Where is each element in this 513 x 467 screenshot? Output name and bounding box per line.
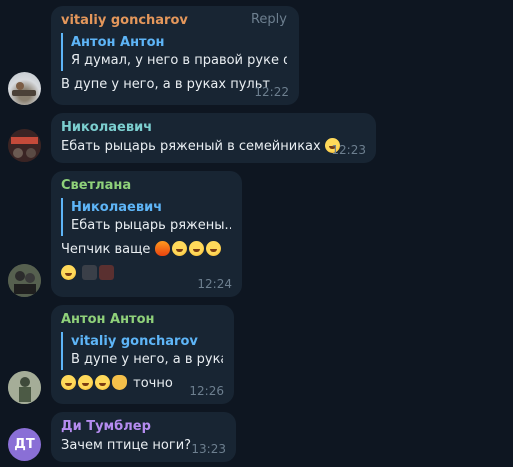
message-bubble[interactable]: Николаевич Ебать рыцарь ряженый в семейн…	[51, 113, 376, 163]
reply-quote[interactable]: vitaliy goncharov В дупе у него, а в рук…	[61, 332, 223, 370]
message-text-row: Чепчик ваще	[61, 240, 232, 260]
quote-sender: vitaliy goncharov	[71, 334, 198, 349]
reply-button[interactable]: Reply	[251, 12, 287, 27]
quote-sender: Антон Антон	[71, 35, 165, 50]
message-time: 13:23	[191, 442, 226, 456]
avatar-image	[8, 264, 41, 297]
avatar-image	[8, 371, 41, 404]
message-time: 12:23	[331, 143, 366, 157]
message-time: 12:24	[197, 277, 232, 291]
rolling-laughing-emoji-icon	[61, 265, 76, 280]
quote-sender: Николаевич	[71, 200, 163, 215]
message-time: 12:26	[189, 384, 224, 398]
grinning-sweat-emoji-icon	[61, 375, 76, 390]
rolling-laughing-emoji-icon	[205, 241, 221, 256]
message-bubble[interactable]: Антон Антон vitaliy goncharov В дупе у н…	[51, 305, 234, 404]
quote-text: Ебать рыцарь ряжены...	[71, 218, 231, 233]
message-bubble[interactable]: Светлана Николаевич Ебать рыцарь ряжены.…	[51, 171, 242, 297]
rolling-laughing-emoji-icon	[188, 241, 204, 256]
reply-quote[interactable]: Николаевич Ебать рыцарь ряжены...	[61, 198, 231, 236]
ok-hand-emoji-icon	[112, 375, 127, 390]
sticker-icon	[82, 265, 98, 280]
grinning-sweat-emoji-icon	[95, 375, 110, 390]
quote-text: В дупе у него, а в рука...	[71, 352, 223, 367]
avatar-initials: ДТ	[14, 437, 35, 452]
avatar-image	[12, 82, 36, 96]
grinning-sweat-emoji-icon	[78, 375, 93, 390]
sticker-icon	[99, 265, 115, 280]
avatar[interactable]	[8, 129, 41, 162]
message-bubble[interactable]: Ди Тумблер Зачем птице ноги? 13:23	[51, 412, 236, 462]
reply-quote[interactable]: Антон Антон Я думал, у него в правой рук…	[61, 33, 287, 71]
rolling-laughing-emoji-icon	[171, 241, 187, 256]
avatar[interactable]	[8, 264, 41, 297]
avatar-image	[8, 129, 41, 162]
message-text-row: Ебать рыцарь ряженый в семейниках	[61, 137, 366, 157]
message-bubble[interactable]: vitaliy goncharov Reply Антон Антон Я ду…	[51, 6, 299, 105]
sender-name[interactable]: Светлана	[61, 177, 232, 195]
sender-name[interactable]: Антон Антон	[61, 311, 224, 329]
fire-emoji-icon	[154, 241, 170, 256]
sender-name[interactable]: Ди Тумблер	[61, 418, 226, 436]
avatar[interactable]	[8, 371, 41, 404]
avatar[interactable]	[8, 72, 41, 105]
message-text: точно	[133, 376, 173, 391]
avatar[interactable]: ДТ	[8, 428, 41, 461]
message-time: 12:22	[254, 85, 289, 99]
sender-name[interactable]: Николаевич	[61, 119, 366, 137]
quote-text: Я думал, у него в правой руке фа...	[71, 53, 287, 68]
message-text: Ебать рыцарь ряженый в семейниках	[61, 139, 321, 154]
message-text: Чепчик ваще	[61, 242, 151, 257]
